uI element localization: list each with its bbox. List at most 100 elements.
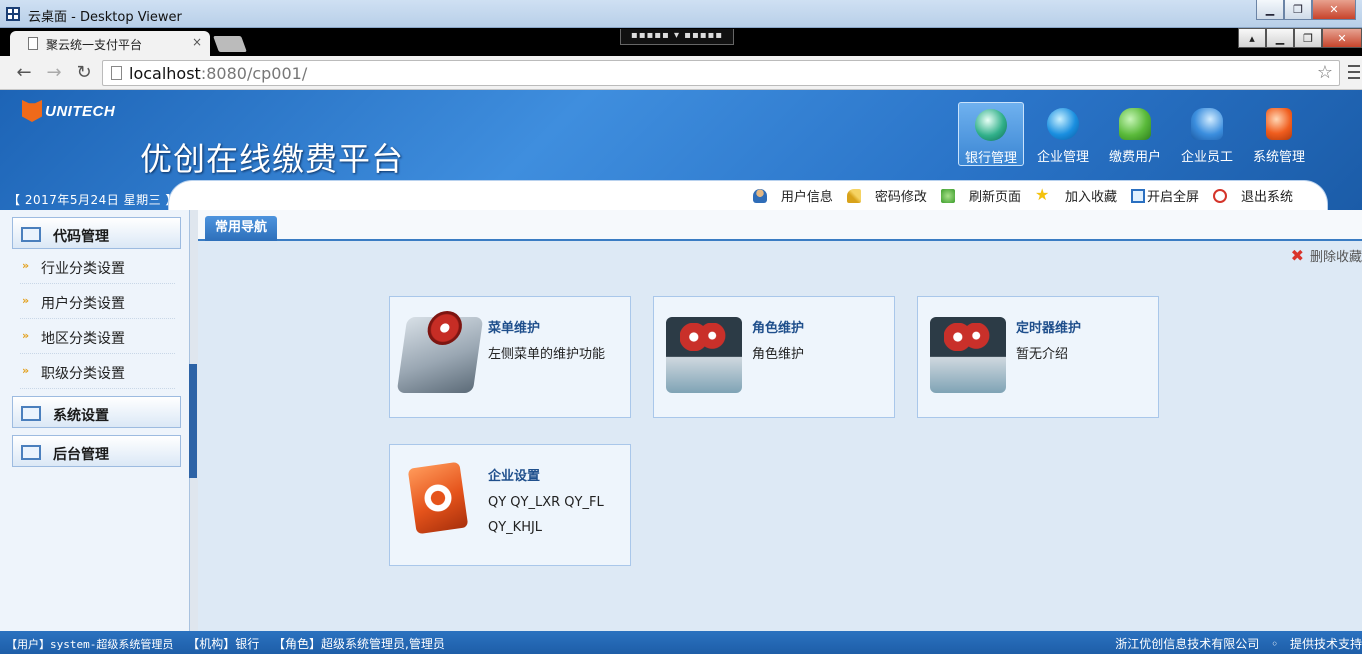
status-user: 【用户】system-超级系统管理员 bbox=[6, 638, 174, 651]
tab-close-icon[interactable]: × bbox=[192, 35, 202, 49]
window-title: 云桌面 - Desktop Viewer bbox=[28, 10, 182, 25]
user-icon bbox=[752, 188, 767, 203]
top-menu: 银行管理 企业管理 缴费用户 企业员工 系统管理 bbox=[952, 102, 1312, 166]
logo-text: UNITECH bbox=[45, 102, 116, 120]
app-header: UNITECH 优创在线缴费平台 银行管理 企业管理 缴费用户 企业员工 系统管… bbox=[0, 90, 1362, 210]
sidebar-group-backend[interactable]: 后台管理 bbox=[12, 435, 181, 467]
card-description: 左侧菜单的维护功能 bbox=[488, 347, 606, 362]
users-icon bbox=[1119, 108, 1151, 140]
sidebar-item-industry[interactable]: » 行业分类设置 bbox=[20, 249, 175, 284]
change-password-link[interactable]: 密码修改 bbox=[846, 186, 927, 205]
browser-menu-icon[interactable] bbox=[1348, 65, 1360, 79]
orange-gear-icon bbox=[407, 461, 469, 535]
card-title: 企业设置 bbox=[488, 469, 541, 484]
utility-bar: 用户信息 密码修改 刷新页面 ★ 加入收藏 开启全屏 退出系统 bbox=[168, 180, 1328, 210]
browser-minimize-button[interactable]: ▁ bbox=[1266, 28, 1294, 48]
window-icon bbox=[21, 445, 41, 460]
nav-card-timer[interactable]: 定时器维护 暂无介绍 bbox=[917, 296, 1159, 418]
logout-link[interactable]: 退出系统 bbox=[1212, 186, 1293, 205]
window-controls: ▁ ❐ ✕ bbox=[1256, 0, 1356, 20]
main-content: 常用导航 ✖ 删除收藏 菜单维护 左侧菜单的维护功能 角色维护 角色维护 定时器… bbox=[198, 210, 1362, 631]
logo: UNITECH bbox=[22, 100, 115, 122]
url-text[interactable]: localhost:8080/cp001/ bbox=[129, 64, 307, 83]
double-chevron-icon: » bbox=[22, 259, 30, 272]
nav-card-role[interactable]: 角色维护 角色维护 bbox=[653, 296, 895, 418]
status-org: 【机构】银行 bbox=[187, 637, 260, 651]
reload-button[interactable]: ↻ bbox=[72, 61, 96, 85]
delete-favorite-button[interactable]: ✖ 删除收藏 bbox=[1291, 246, 1362, 265]
double-chevron-icon: » bbox=[22, 294, 30, 307]
console-gear-icon bbox=[666, 317, 742, 393]
top-menu-payers[interactable]: 缴费用户 bbox=[1102, 102, 1168, 166]
ie-icon bbox=[1047, 108, 1079, 140]
date-display: 【 2017年5月24日 星期三 】 bbox=[8, 193, 178, 207]
app-title: 优创在线缴费平台 bbox=[140, 140, 405, 178]
top-menu-enterprise[interactable]: 企业管理 bbox=[1030, 102, 1096, 166]
power-icon bbox=[1212, 188, 1227, 203]
sidebar-group-code-management[interactable]: 代码管理 bbox=[12, 217, 181, 249]
top-menu-label: 系统管理 bbox=[1252, 150, 1305, 165]
console-gear-icon bbox=[930, 317, 1006, 393]
sidebar-item-region[interactable]: » 地区分类设置 bbox=[20, 319, 175, 354]
menu-gear-disk-icon bbox=[396, 317, 484, 393]
nav-card-menu[interactable]: 菜单维护 左侧菜单的维护功能 bbox=[389, 296, 631, 418]
top-menu-system[interactable]: 系统管理 bbox=[1246, 102, 1312, 166]
top-menu-staff[interactable]: 企业员工 bbox=[1174, 102, 1240, 166]
address-bar[interactable]: localhost:8080/cp001/ ☆ bbox=[102, 60, 1340, 86]
fullscreen-icon bbox=[1130, 188, 1145, 203]
logo-mark-icon bbox=[22, 100, 42, 122]
fullscreen-link[interactable]: 开启全屏 bbox=[1130, 186, 1199, 205]
status-support: 提供技术支持 bbox=[1289, 637, 1362, 651]
top-menu-label: 企业管理 bbox=[1036, 150, 1089, 165]
window-titlebar: 云桌面 - Desktop Viewer ▁ ❐ ✕ bbox=[0, 0, 1362, 28]
add-favorite-link[interactable]: ★ 加入收藏 bbox=[1035, 186, 1117, 205]
sidebar: 代码管理 » 行业分类设置 » 用户分类设置 » 地区分类设置 » 职级分类设置… bbox=[0, 210, 190, 631]
sidebar-collapse-handle[interactable] bbox=[189, 364, 197, 478]
browser-restore-button[interactable]: ❐ bbox=[1294, 28, 1322, 48]
browser-navbar: ← → ↻ localhost:8080/cp001/ ☆ bbox=[0, 56, 1362, 90]
bank-globe-icon bbox=[975, 109, 1007, 141]
double-chevron-icon: » bbox=[22, 364, 30, 377]
remote-toolbar-handle[interactable]: ▪▪▪▪▪ ▾ ▪▪▪▪▪ bbox=[620, 29, 734, 45]
card-description: 角色维护 bbox=[752, 347, 805, 362]
sidebar-item-rank[interactable]: » 职级分类设置 bbox=[20, 354, 175, 389]
sidebar-group-system-settings[interactable]: 系统设置 bbox=[12, 396, 181, 428]
restore-button[interactable]: ❐ bbox=[1284, 0, 1312, 20]
minimize-button[interactable]: ▁ bbox=[1256, 0, 1284, 20]
window-icon bbox=[21, 406, 41, 421]
double-chevron-icon: » bbox=[22, 329, 30, 342]
window-app-icon bbox=[6, 7, 20, 21]
browser-tabstrip: 聚云统一支付平台 × ▪▪▪▪▪ ▾ ▪▪▪▪▪ ▴ ▁ ❐ ✕ bbox=[0, 28, 1362, 56]
status-company: 浙江优创信息技术有限公司 bbox=[1115, 637, 1260, 651]
main-tabbar: 常用导航 bbox=[198, 210, 1362, 241]
system-gear-icon bbox=[1266, 108, 1292, 140]
close-button[interactable]: ✕ bbox=[1312, 0, 1356, 20]
bookmark-star-icon[interactable]: ☆ bbox=[1317, 62, 1333, 83]
window-icon bbox=[21, 227, 41, 242]
nav-card-enterprise[interactable]: 企业设置 QY QY_LXR QY_FL QY_KHJL bbox=[389, 444, 631, 566]
refresh-icon bbox=[940, 188, 955, 203]
card-description: QY QY_LXR QY_FL QY_KHJL bbox=[488, 495, 604, 535]
user-info-link[interactable]: 用户信息 bbox=[752, 186, 833, 205]
star-icon: ★ bbox=[1034, 184, 1050, 204]
browser-close-button[interactable]: ✕ bbox=[1322, 28, 1362, 48]
tab-common-navigation[interactable]: 常用导航 bbox=[205, 216, 277, 241]
separator-dot-icon: ◦ bbox=[1271, 637, 1279, 651]
page-icon bbox=[28, 37, 38, 50]
top-menu-bank[interactable]: 银行管理 bbox=[958, 102, 1024, 166]
new-tab-button[interactable] bbox=[213, 36, 247, 52]
card-title: 角色维护 bbox=[752, 321, 805, 336]
browser-user-button[interactable]: ▴ bbox=[1238, 28, 1266, 48]
browser-window-controls: ▴ ▁ ❐ ✕ bbox=[1238, 28, 1362, 48]
refresh-page-link[interactable]: 刷新页面 bbox=[940, 186, 1021, 205]
status-bar: 【用户】system-超级系统管理员 【机构】银行 【角色】超级系统管理员,管理… bbox=[0, 631, 1362, 654]
top-menu-label: 企业员工 bbox=[1180, 150, 1233, 165]
sidebar-item-user-category[interactable]: » 用户分类设置 bbox=[20, 284, 175, 319]
key-icon bbox=[846, 188, 861, 203]
top-menu-label: 银行管理 bbox=[964, 151, 1017, 166]
delete-icon: ✖ bbox=[1290, 246, 1304, 265]
forward-button[interactable]: → bbox=[42, 61, 66, 85]
browser-tab[interactable]: 聚云统一支付平台 × bbox=[10, 31, 210, 56]
back-button[interactable]: ← bbox=[12, 61, 36, 85]
status-role: 【角色】超级系统管理员,管理员 bbox=[273, 637, 445, 651]
